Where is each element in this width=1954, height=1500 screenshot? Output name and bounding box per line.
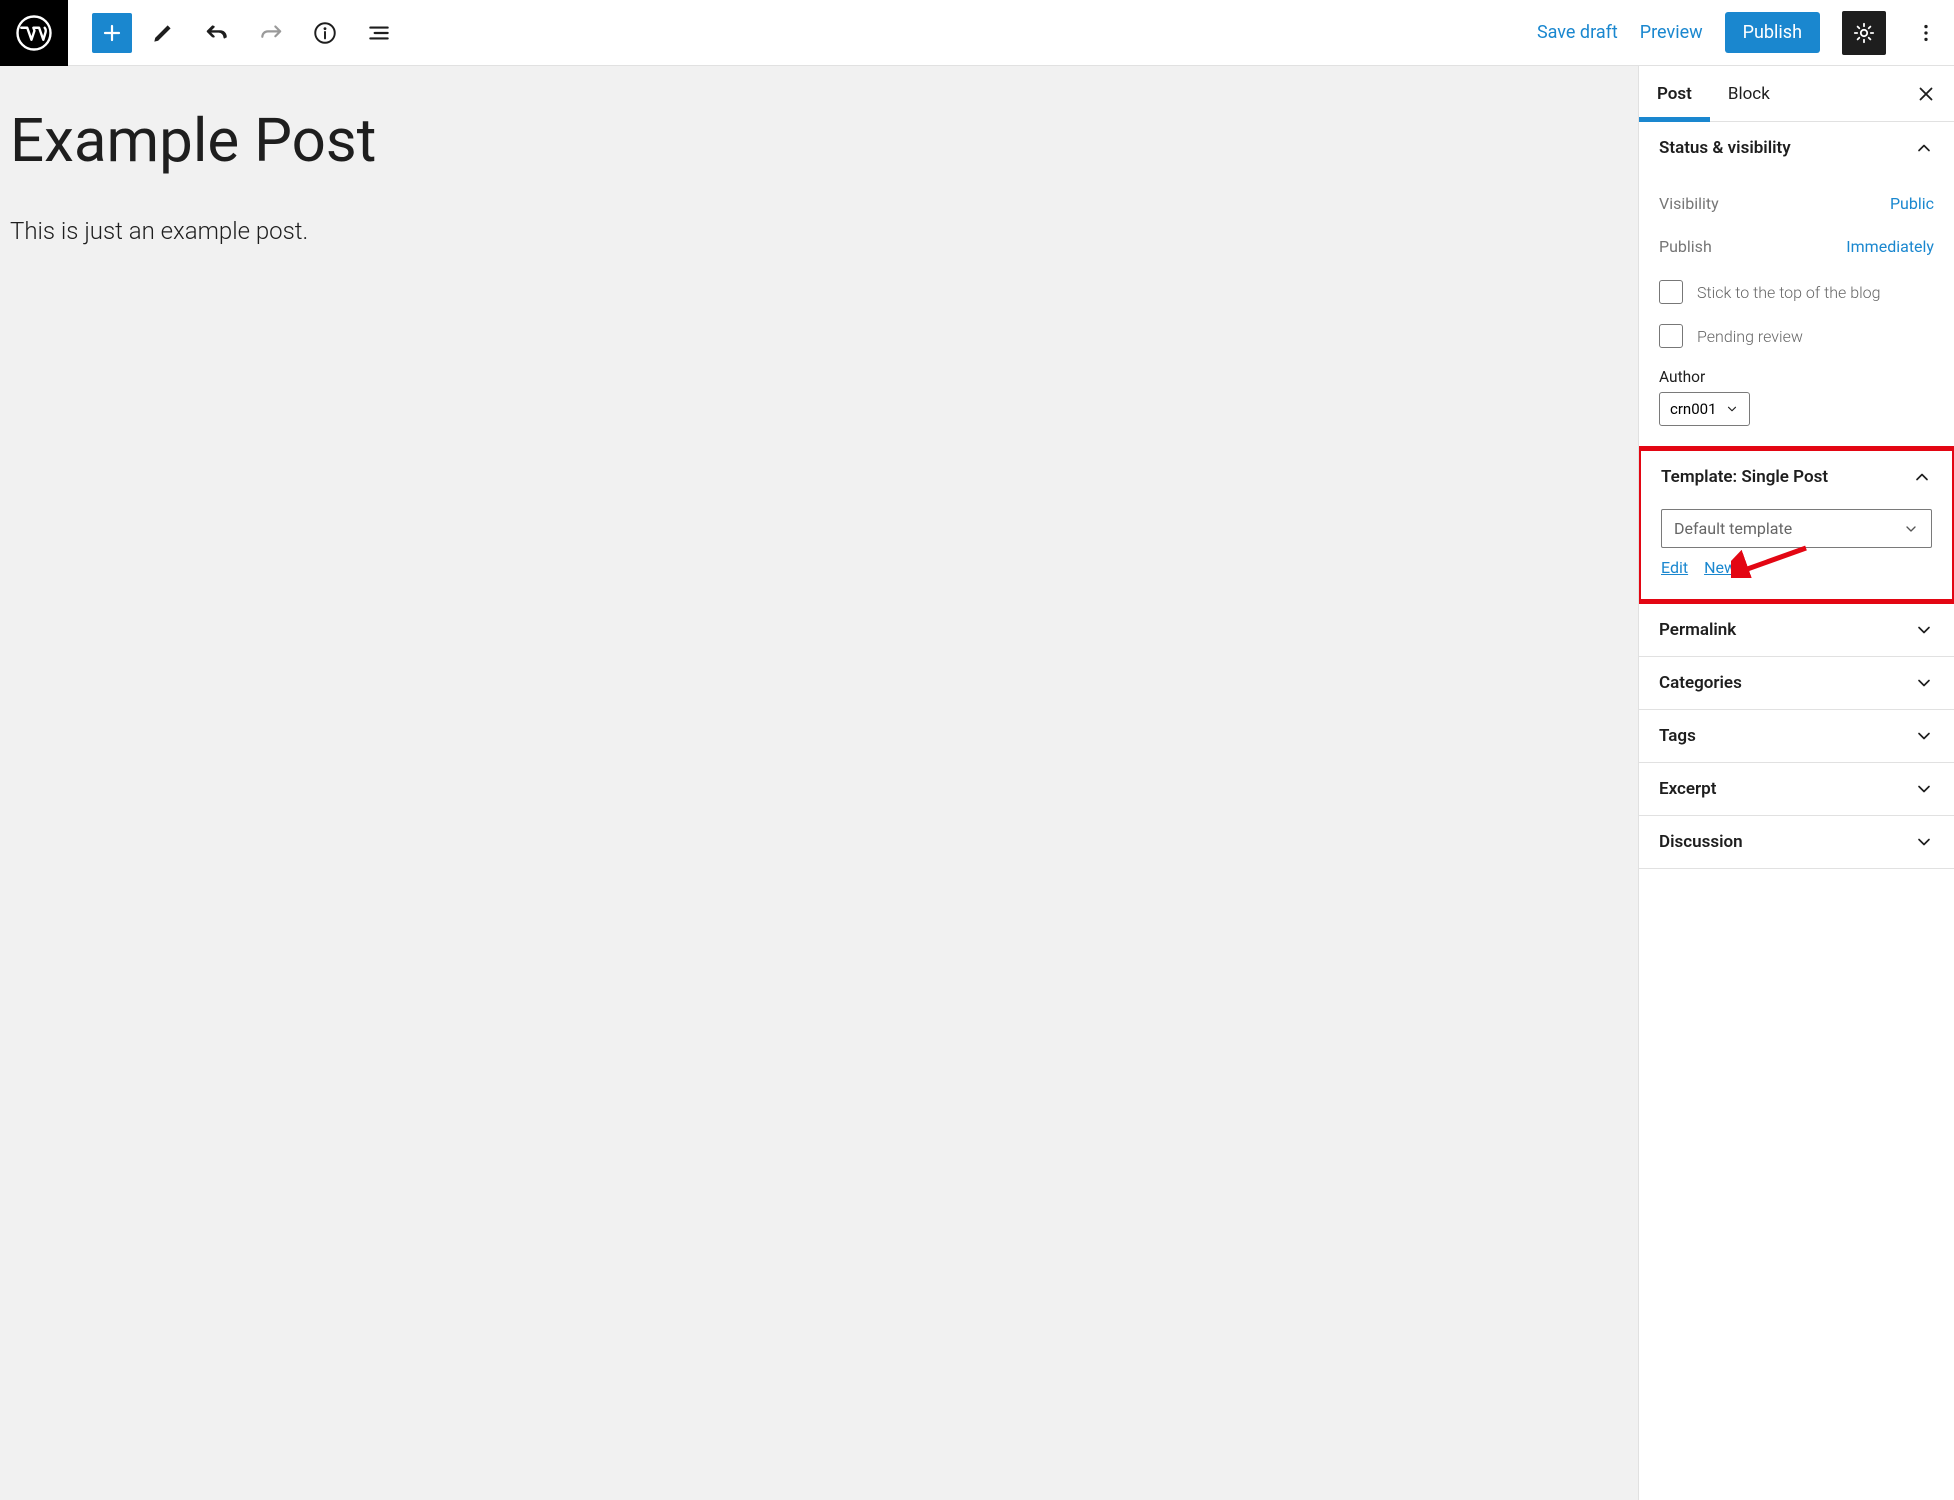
author-select[interactable]: crn001 [1659,392,1750,426]
chevron-down-icon [1725,402,1739,416]
outline-icon [366,20,392,46]
template-select[interactable]: Default template [1661,509,1932,548]
settings-sidebar: Post Block Status & visibility Visibilit… [1638,66,1954,1500]
post-body-paragraph[interactable]: This is just an example post. [10,217,1628,245]
panel-template-header[interactable]: Template: Single Post [1641,451,1952,503]
panel-status-header[interactable]: Status & visibility [1639,122,1954,174]
info-button[interactable] [302,10,348,56]
sidebar-tabs: Post Block [1639,66,1954,122]
panel-excerpt: Excerpt [1639,763,1954,816]
preview-button[interactable]: Preview [1640,22,1703,43]
edit-mode-button[interactable] [140,10,186,56]
publish-row: Publish Immediately [1659,237,1934,256]
template-edit-link[interactable]: Edit [1661,558,1688,577]
publish-value[interactable]: Immediately [1846,237,1934,256]
panel-template-body: Default template Edit New [1641,503,1952,599]
panel-status-visibility: Status & visibility Visibility Public Pu… [1639,122,1954,449]
panel-permalink-header[interactable]: Permalink [1639,604,1954,656]
document-outline-button[interactable] [356,10,402,56]
author-section: Author crn001 [1659,368,1934,426]
chevron-up-icon [1914,138,1934,158]
settings-button[interactable] [1842,11,1886,55]
template-select-value: Default template [1674,519,1792,538]
info-icon [312,20,338,46]
redo-button[interactable] [248,10,294,56]
panel-discussion: Discussion [1639,816,1954,869]
settings-icon [1852,21,1876,45]
app-root: Save draft Preview Publish Example Post … [0,0,1954,1500]
chevron-down-icon [1914,726,1934,746]
panel-categories: Categories [1639,657,1954,710]
close-icon [1915,83,1937,105]
panel-excerpt-header[interactable]: Excerpt [1639,763,1954,815]
panel-discussion-title: Discussion [1659,832,1743,852]
wordpress-logo[interactable] [0,0,68,66]
chevron-down-icon [1914,779,1934,799]
panel-template-title: Template: Single Post [1661,467,1828,487]
panel-status-body: Visibility Public Publish Immediately St… [1639,174,1954,448]
panel-tags-header[interactable]: Tags [1639,710,1954,762]
panel-permalink-title: Permalink [1659,620,1736,640]
toolbar-right: Save draft Preview Publish [1537,11,1954,55]
sticky-checkbox[interactable] [1659,280,1683,304]
chevron-down-icon [1914,832,1934,852]
editor-topbar: Save draft Preview Publish [0,0,1954,66]
panel-tags-title: Tags [1659,726,1696,746]
editor-main: Example Post This is just an example pos… [0,66,1954,1500]
chevron-up-icon [1912,467,1932,487]
add-block-button[interactable] [92,13,132,53]
toolbar-left [68,10,402,56]
publish-button[interactable]: Publish [1725,12,1820,53]
tab-block[interactable]: Block [1710,66,1788,121]
visibility-row: Visibility Public [1659,194,1934,213]
pending-row: Pending review [1659,324,1934,348]
author-value: crn001 [1670,400,1717,418]
plus-icon [100,21,124,45]
editor-canvas[interactable]: Example Post This is just an example pos… [0,66,1638,1500]
redo-icon [258,20,284,46]
undo-button[interactable] [194,10,240,56]
visibility-value[interactable]: Public [1890,194,1934,213]
panel-categories-header[interactable]: Categories [1639,657,1954,709]
pending-label: Pending review [1697,327,1803,346]
sticky-row: Stick to the top of the blog [1659,280,1934,304]
sticky-label: Stick to the top of the blog [1697,283,1881,302]
tab-post[interactable]: Post [1639,66,1710,121]
panel-template: Template: Single Post Default template E… [1641,451,1952,599]
chevron-down-icon [1914,620,1934,640]
wordpress-logo-icon [16,15,52,51]
template-links: Edit New [1661,558,1932,577]
panel-discussion-header[interactable]: Discussion [1639,816,1954,868]
save-draft-button[interactable]: Save draft [1537,22,1618,43]
annotation-arrow-icon [1731,544,1811,578]
visibility-label: Visibility [1659,194,1719,213]
panel-tags: Tags [1639,710,1954,763]
panel-permalink: Permalink [1639,604,1954,657]
chevron-down-icon [1914,673,1934,693]
panel-categories-title: Categories [1659,673,1742,693]
annotation-highlight: Template: Single Post Default template E… [1638,446,1954,604]
publish-label: Publish [1659,237,1712,256]
more-vertical-icon [1915,22,1937,44]
chevron-down-icon [1903,521,1919,537]
more-options-button[interactable] [1908,11,1944,55]
panel-excerpt-title: Excerpt [1659,779,1716,799]
post-title[interactable]: Example Post [10,106,1628,175]
panel-status-title: Status & visibility [1659,138,1791,158]
edit-icon [150,20,176,46]
pending-checkbox[interactable] [1659,324,1683,348]
author-label: Author [1659,368,1934,386]
undo-icon [204,20,230,46]
close-sidebar-button[interactable] [1910,78,1942,110]
